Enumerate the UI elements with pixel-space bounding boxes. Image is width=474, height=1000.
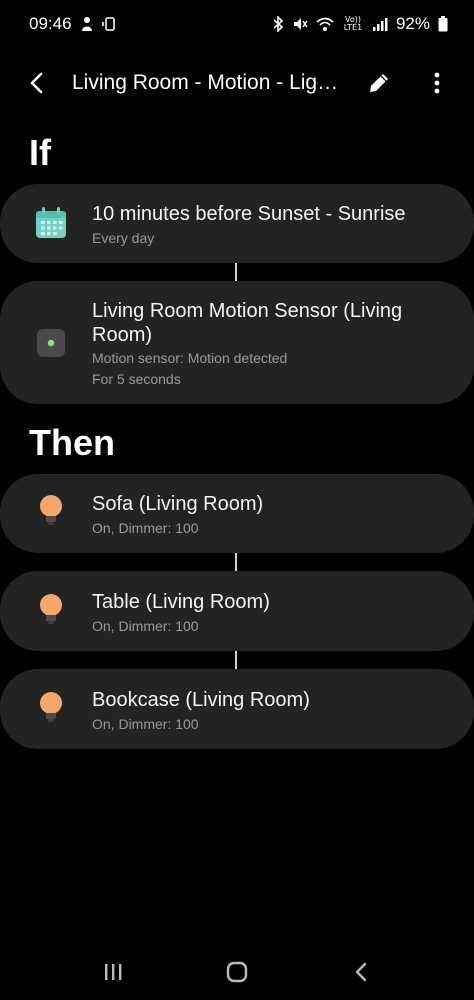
recent-apps-button[interactable] [93, 958, 133, 986]
status-right: Vo)) LTE1 92% [272, 14, 448, 34]
nav-back-button[interactable] [341, 958, 381, 986]
more-vertical-icon [434, 72, 440, 94]
flow-connector [235, 651, 237, 669]
pencil-icon [370, 74, 388, 92]
action-subtitle: On, Dimmer: 100 [92, 520, 199, 536]
battery-icon [438, 16, 448, 32]
edit-button[interactable] [360, 64, 398, 102]
signal-icon [372, 17, 388, 32]
status-left: 09:46 [29, 14, 118, 34]
condition-card-motion-sensor[interactable]: Living Room Motion Sensor (Living Room) … [0, 281, 474, 404]
action-card-sofa[interactable]: Sofa (Living Room) On, Dimmer: 100 [0, 474, 474, 553]
back-arrow-icon [30, 72, 43, 94]
screen: 09:46 Vo)) LTE1 92% Living Room - Motion… [0, 0, 474, 1000]
action-card-bookcase[interactable]: Bookcase (Living Room) On, Dimmer: 100 [0, 669, 474, 749]
wifi-icon [316, 17, 334, 32]
home-icon [226, 961, 248, 983]
action-card-table[interactable]: Table (Living Room) On, Dimmer: 100 [0, 571, 474, 651]
recent-apps-icon [105, 964, 122, 980]
page-title: Living Room - Motion - Lig… [72, 71, 339, 94]
notification-app-icon [80, 16, 94, 32]
then-heading: Then [29, 422, 115, 463]
condition-title: 10 minutes before Sunset - Sunrise [92, 203, 406, 225]
status-bar: 09:46 Vo)) LTE1 92% [0, 0, 474, 48]
action-subtitle: On, Dimmer: 100 [92, 716, 199, 732]
condition-duration: For 5 seconds [92, 371, 181, 387]
condition-title: Living Room Motion Sensor (Living Room) [92, 300, 403, 346]
back-button[interactable] [0, 56, 72, 110]
action-title: Sofa (Living Room) [92, 493, 264, 515]
home-button[interactable] [217, 958, 257, 986]
light-bulb-icon [32, 591, 70, 629]
mute-icon [292, 16, 308, 32]
more-options-button[interactable] [420, 64, 454, 102]
calendar-icon [32, 204, 70, 242]
battery-percent: 92% [395, 14, 430, 33]
motion-sensor-icon [32, 324, 70, 362]
screen-rotate-icon [101, 16, 118, 32]
bluetooth-icon [272, 16, 284, 32]
action-subtitle: On, Dimmer: 100 [92, 618, 199, 634]
if-heading: If [29, 132, 51, 173]
flow-connector [235, 263, 237, 281]
action-title: Table (Living Room) [92, 591, 270, 613]
action-title: Bookcase (Living Room) [92, 689, 310, 711]
light-bulb-icon [32, 689, 70, 727]
condition-subtitle: Every day [92, 230, 155, 246]
flow-connector [235, 553, 237, 571]
light-bulb-icon [32, 492, 70, 530]
app-bar: Living Room - Motion - Lig… [0, 56, 474, 110]
condition-card-schedule[interactable]: 10 minutes before Sunset - Sunrise Every… [0, 184, 474, 263]
volte-indicator: Vo)) LTE1 [343, 15, 363, 32]
nav-back-icon [355, 962, 367, 982]
status-time: 09:46 [29, 14, 72, 33]
system-nav-bar [0, 944, 474, 1000]
condition-subtitle: Motion sensor: Motion detected [92, 350, 288, 366]
